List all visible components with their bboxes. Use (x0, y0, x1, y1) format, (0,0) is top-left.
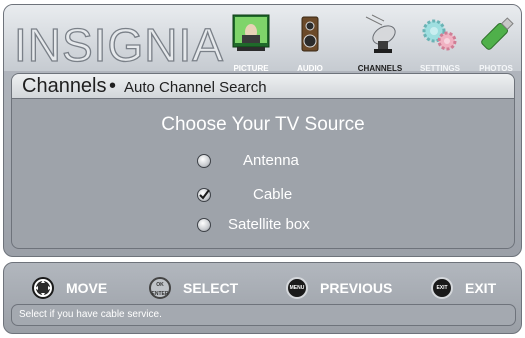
page-title: Choose Your TV Source (161, 114, 365, 135)
option-label: Antenna (243, 152, 299, 169)
hint-previous: MENU PREVIOUS (286, 273, 392, 303)
breadcrumb-section: Channels (22, 75, 107, 97)
exit-button-icon: EXIT (431, 277, 453, 299)
option-label: Cable (253, 186, 293, 203)
menu-item-picture[interactable]: PICTURE (223, 13, 279, 73)
content-panel: Channels • Auto Channel Search Choose Yo… (11, 73, 515, 249)
usb-drive-icon (468, 13, 524, 57)
hint-label: EXIT (465, 280, 497, 296)
menu-item-label: CHANNELS (357, 64, 403, 73)
option-antenna[interactable]: Antenna (197, 152, 337, 174)
radio-unselected-icon[interactable] (197, 154, 211, 168)
ok-enter-button-icon: OK ENTER (149, 277, 171, 299)
button-guide-bar: MOVE OK ENTER SELECT MENU PREVIOUS EXIT … (3, 262, 522, 334)
menu-item-label: AUDIO (297, 64, 323, 73)
menu-item-settings[interactable]: SETTINGS (412, 13, 468, 73)
satellite-dish-icon (352, 13, 408, 57)
insignia-logo: INSIGNIA (13, 18, 224, 71)
top-menu-bar: INSIGNIA PICTURE AUDIO CHANNELS SETTINGS… (4, 5, 524, 73)
menu-button-icon: MENU (286, 277, 308, 299)
dpad-icon (32, 277, 54, 299)
breadcrumb-page: Auto Channel Search (124, 79, 267, 96)
menu-item-label: PHOTOS (479, 64, 513, 73)
option-label: Satellite box (228, 216, 310, 233)
radio-checked-icon[interactable] (197, 188, 211, 202)
status-message: Select if you have cable service. (11, 304, 516, 326)
option-cable[interactable]: Cable (197, 186, 337, 208)
breadcrumb-separator: • (109, 75, 117, 97)
gears-icon (412, 13, 468, 57)
hint-label: MOVE (66, 280, 108, 296)
radio-unselected-icon[interactable] (197, 218, 211, 232)
hint-exit: EXIT EXIT (431, 273, 496, 303)
speaker-icon (282, 13, 338, 57)
menu-item-photos[interactable]: PHOTOS (468, 13, 524, 73)
key-hints: MOVE OK ENTER SELECT MENU PREVIOUS EXIT … (4, 273, 521, 303)
hint-move: MOVE (32, 273, 107, 303)
menu-item-label: PICTURE (233, 64, 269, 73)
hint-select: OK ENTER SELECT (149, 273, 238, 303)
breadcrumb: Channels • Auto Channel Search (12, 74, 514, 99)
menu-item-channels[interactable]: CHANNELS (352, 13, 408, 73)
hint-label: SELECT (183, 280, 239, 296)
menu-item-audio[interactable]: AUDIO (282, 13, 338, 73)
option-satellite-box[interactable]: Satellite box (197, 216, 337, 238)
hint-label: PREVIOUS (320, 280, 393, 296)
picture-icon (223, 13, 279, 57)
